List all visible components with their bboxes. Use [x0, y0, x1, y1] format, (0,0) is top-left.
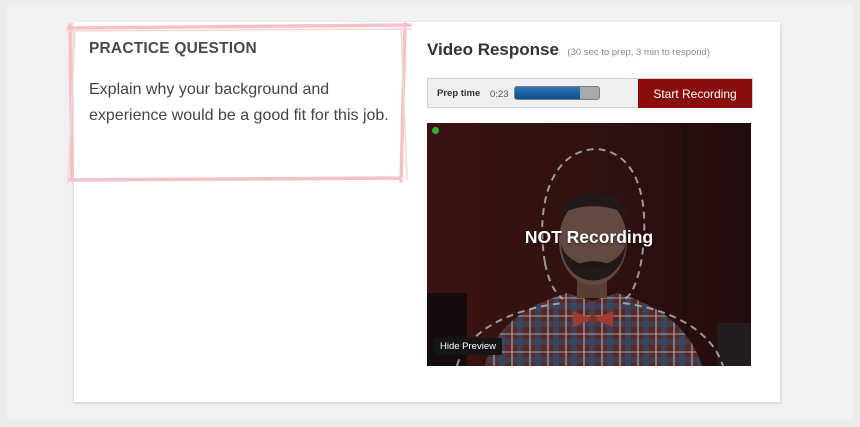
recording-controls: Prep time 0:23 Start Recording [427, 78, 753, 108]
start-recording-button[interactable]: Start Recording [638, 79, 752, 108]
video-response-header: Video Response (30 sec to prep, 3 min to… [427, 40, 710, 60]
recording-indicator [432, 127, 439, 134]
prep-progress-bar [514, 86, 600, 100]
video-response-title: Video Response [427, 40, 559, 59]
question-heading: PRACTICE QUESTION [89, 40, 257, 57]
webcam-preview: NOT Recording Hide Preview [427, 123, 751, 366]
prep-time-value: 0:23 [490, 89, 509, 100]
video-response-note: (30 sec to prep, 3 min to respond) [567, 47, 710, 58]
hide-preview-button[interactable]: Hide Preview [434, 338, 502, 355]
indicator-dot-icon [432, 127, 439, 134]
practice-question: PRACTICE QUESTION Explain why your backg… [89, 40, 399, 129]
prep-time-label: Prep time [437, 88, 481, 99]
prep-progress-fill [515, 87, 580, 99]
recording-status: NOT Recording [524, 227, 654, 247]
question-text: Explain why your background and experien… [89, 81, 389, 124]
